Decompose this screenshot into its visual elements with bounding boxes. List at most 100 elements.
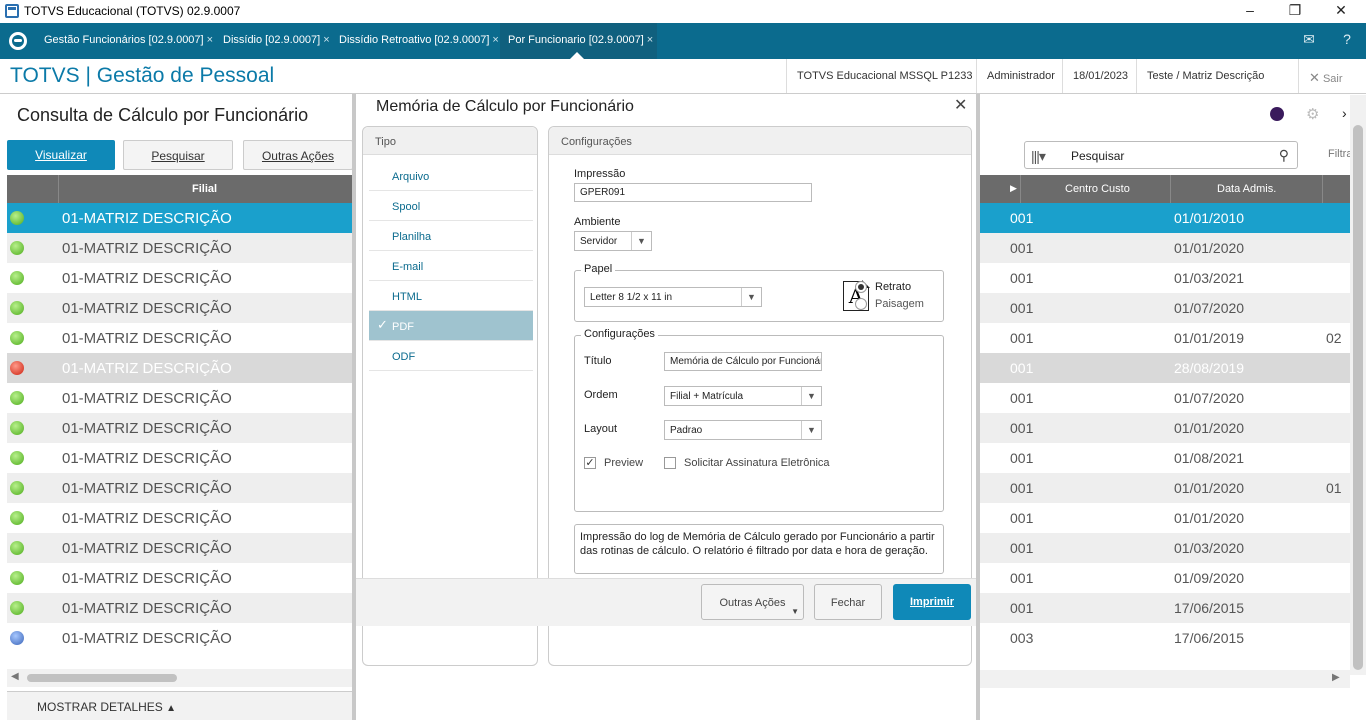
table-row[interactable]: 01-MATRIZ DESCRIÇÃO (7, 443, 352, 473)
scroll-left-icon[interactable]: ◀ (11, 671, 19, 682)
tab-label: Gestão Funcionários [02.9.0007] (44, 34, 204, 46)
papel-select[interactable]: Letter 8 1/2 x 11 in ▼ (584, 287, 762, 307)
horizontal-scrollbar-right[interactable]: ▶ (980, 670, 1350, 688)
column-header-filial[interactable]: Filial (192, 183, 217, 195)
outras-acoes-dialog-button[interactable]: Outras Ações ▼ (701, 584, 804, 620)
table-row[interactable]: 01-MATRIZ DESCRIÇÃO (7, 383, 352, 413)
table-row[interactable]: 001 01/09/2020 (980, 563, 1350, 593)
table-row[interactable]: 01-MATRIZ DESCRIÇÃO (7, 293, 352, 323)
table-row[interactable]: 001 01/01/2020 (980, 413, 1350, 443)
tab-dissidio[interactable]: Dissídio [02.9.0007] × (215, 23, 331, 59)
search-icon[interactable]: ⚲ (1279, 147, 1289, 164)
horizontal-scrollbar[interactable]: ◀ (7, 669, 352, 687)
chevron-down-icon[interactable]: ▼ (801, 387, 821, 405)
tipo-item-pdf[interactable]: ✓ PDF (369, 311, 533, 341)
table-row[interactable]: 001 01/01/2020 01 (980, 473, 1350, 503)
table-row[interactable]: 01-MATRIZ DESCRIÇÃO (7, 623, 352, 653)
table-row[interactable]: 001 01/08/2021 (980, 443, 1350, 473)
ordem-select[interactable]: Filial + Matrícula ▼ (664, 386, 822, 406)
visualizar-button[interactable]: Visualizar (7, 140, 115, 170)
chevron-down-icon[interactable]: ▼ (631, 232, 651, 250)
table-row[interactable]: 003 17/06/2015 (980, 623, 1350, 653)
help-icon[interactable]: ? (1338, 31, 1356, 49)
tipo-item-odf[interactable]: ODF (369, 341, 533, 371)
column-header-data-admis[interactable]: Data Admis. (1217, 183, 1276, 195)
table-row[interactable]: 01-MATRIZ DESCRIÇÃO (7, 233, 352, 263)
assinatura-label[interactable]: Solicitar Assinatura Eletrônica (684, 457, 830, 469)
assinatura-checkbox[interactable] (664, 457, 676, 469)
outras-acoes-button[interactable]: Outras Ações (243, 140, 353, 170)
retrato-radio[interactable] (855, 281, 867, 293)
chevron-down-icon[interactable]: ▼ (741, 288, 761, 306)
close-icon[interactable]: × (647, 34, 653, 46)
pesquisar-button[interactable]: Pesquisar (123, 140, 233, 170)
table-row[interactable]: 01-MATRIZ DESCRIÇÃO (7, 413, 352, 443)
titulo-input[interactable]: Memória de Cálculo por Funcionário (664, 352, 822, 371)
close-icon[interactable]: × (323, 34, 329, 46)
table-row[interactable]: 001 01/01/2020 (980, 503, 1350, 533)
tipo-item-spool[interactable]: Spool (369, 191, 533, 221)
status-circle-icon[interactable] (1270, 107, 1284, 121)
filter-label[interactable]: Filtra (1328, 148, 1352, 160)
table-row[interactable]: 01-MATRIZ DESCRIÇÃO (7, 593, 352, 623)
preview-checkbox[interactable]: ✓ (584, 457, 596, 469)
imprimir-button[interactable]: Imprimir (893, 584, 971, 620)
table-row[interactable]: 01-MATRIZ DESCRIÇÃO (7, 503, 352, 533)
chevron-right-icon[interactable]: › (1342, 105, 1347, 121)
gear-icon[interactable]: ⚙ (1306, 105, 1319, 123)
scroll-right-icon[interactable]: ▶ (1332, 672, 1340, 683)
table-row[interactable]: 001 01/01/2019 02 (980, 323, 1350, 353)
expand-arrow-icon[interactable]: ▶ (1010, 183, 1017, 194)
window-close-icon[interactable]: ✕ (1331, 2, 1351, 19)
tab-por-funcionario[interactable]: Por Funcionario [02.9.0007] × (500, 23, 657, 59)
tipo-item-planilha[interactable]: Planilha (369, 221, 533, 251)
retrato-label[interactable]: Retrato (875, 281, 911, 293)
tipo-item-arquivo[interactable]: Arquivo (369, 161, 533, 191)
show-details-bar[interactable]: MOSTRAR DETALHES ▲ (7, 691, 352, 720)
table-row[interactable]: 01-MATRIZ DESCRIÇÃO (7, 563, 352, 593)
fechar-button[interactable]: Fechar (814, 584, 882, 620)
totvs-logo-icon[interactable] (9, 32, 27, 50)
close-icon[interactable]: × (492, 34, 498, 46)
preview-label[interactable]: Preview (604, 457, 643, 469)
dialog-close-icon[interactable]: ✕ (954, 95, 967, 115)
chevron-down-icon[interactable]: ▼ (801, 421, 821, 439)
table-row[interactable]: 001 01/03/2020 (980, 533, 1350, 563)
search-box[interactable]: |||▾ Pesquisar ⚲ (1024, 141, 1298, 169)
table-row[interactable]: 001 01/07/2020 (980, 383, 1350, 413)
branch-label[interactable]: Teste / Matriz Descrição (1136, 59, 1298, 93)
column-header-centro-custo[interactable]: Centro Custo (1065, 183, 1130, 195)
table-row[interactable]: 001 17/06/2015 (980, 593, 1350, 623)
table-row[interactable]: 01-MATRIZ DESCRIÇÃO (7, 533, 352, 563)
table-row[interactable]: 001 28/08/2019 (980, 353, 1350, 383)
paisagem-label[interactable]: Paisagem (875, 298, 924, 310)
table-row[interactable]: 01-MATRIZ DESCRIÇÃO (7, 353, 352, 383)
table-row[interactable]: 001 01/07/2020 (980, 293, 1350, 323)
table-row[interactable]: 001 01/03/2021 (980, 263, 1350, 293)
close-icon[interactable]: × (207, 34, 213, 46)
tipo-item-e-mail[interactable]: E-mail (369, 251, 533, 281)
impressao-input[interactable]: GPER091 (574, 183, 812, 202)
tipo-item-html[interactable]: HTML (369, 281, 533, 311)
layout-label: Layout (584, 423, 618, 435)
minimize-icon[interactable]: – (1240, 2, 1260, 18)
table-row[interactable]: 01-MATRIZ DESCRIÇÃO (7, 473, 352, 503)
columns-icon[interactable]: |||▾ (1031, 148, 1046, 165)
tab-gestao-funcionarios[interactable]: Gestão Funcionários [02.9.0007] × (36, 23, 214, 59)
mail-icon[interactable]: ✉ (1300, 31, 1318, 49)
scroll-thumb[interactable] (27, 674, 177, 682)
table-row[interactable]: 001 01/01/2020 (980, 233, 1350, 263)
exit-button[interactable]: ✕ Sair (1298, 59, 1366, 93)
restore-icon[interactable]: ❐ (1285, 2, 1305, 19)
table-row[interactable]: 001 01/01/2010 (980, 203, 1350, 233)
tab-dissidio-retroativo[interactable]: Dissídio Retroativo [02.9.0007] × (331, 23, 499, 59)
ambiente-select[interactable]: Servidor ▼ (574, 231, 652, 251)
table-row[interactable]: 01-MATRIZ DESCRIÇÃO (7, 263, 352, 293)
table-row[interactable]: 01-MATRIZ DESCRIÇÃO (7, 203, 352, 233)
table-row[interactable]: 01-MATRIZ DESCRIÇÃO (7, 323, 352, 353)
paisagem-radio[interactable] (855, 298, 867, 310)
layout-select[interactable]: Padrao ▼ (664, 420, 822, 440)
search-input[interactable]: Pesquisar (1071, 149, 1124, 163)
scroll-thumb[interactable] (1353, 125, 1363, 670)
vertical-scrollbar[interactable] (1350, 95, 1366, 675)
